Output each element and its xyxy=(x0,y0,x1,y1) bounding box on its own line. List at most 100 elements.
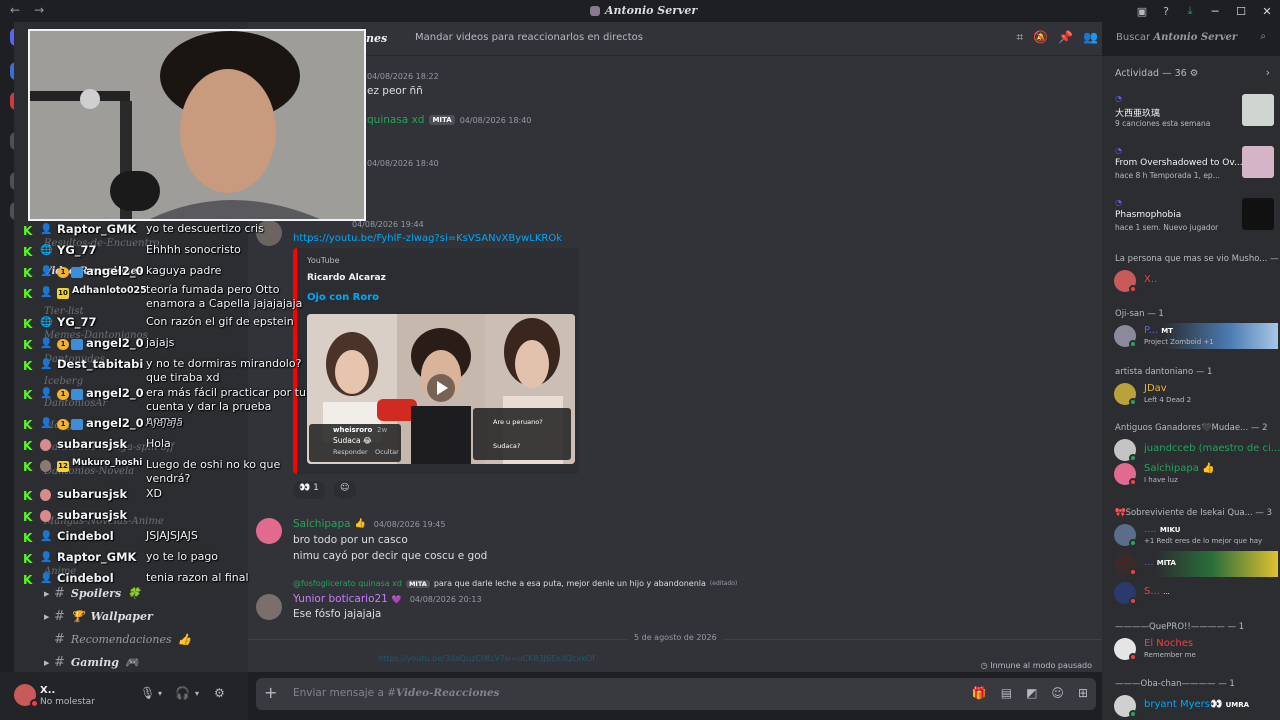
member-item[interactable]: S... ... xyxy=(1114,580,1278,606)
thumb-caption-user: wheisroro xyxy=(333,426,373,434)
channel-title: nes xyxy=(366,32,388,45)
channel-topic[interactable]: Mandar videos para reaccionarlos en dire… xyxy=(415,32,643,43)
member-name: .... xyxy=(1144,524,1157,535)
embed-provider: YouTube xyxy=(307,256,340,265)
overlay-chat-row: K 👤 1 angel2_0 jajajs xyxy=(20,336,302,357)
kick-logo-icon: K xyxy=(23,418,33,432)
close-button[interactable]: ✕ xyxy=(1254,5,1280,18)
member-item[interactable]: El Noches Remember me xyxy=(1114,636,1278,662)
activity-thumbnail xyxy=(1242,94,1274,126)
sub-badge: 1 xyxy=(57,267,69,278)
mute-bell-icon[interactable]: 🔕 xyxy=(1033,30,1048,45)
role-tag: MITA xyxy=(405,579,430,588)
channel-recomendaciones[interactable]: # Recomendaciones 👍 xyxy=(54,632,191,647)
member-name: Salchipapa 👍 xyxy=(1144,463,1215,474)
activity-card[interactable]: ◔ From Overshadowed to Ov... hace 8 h Te… xyxy=(1112,144,1276,184)
message-text: bro todo por un casco xyxy=(293,534,408,546)
member-item[interactable]: juandcceb (maestro de ci... xyxy=(1114,437,1280,463)
member-item[interactable]: JDav Left 4 Dead 2 xyxy=(1114,381,1278,407)
emoji-icon[interactable]: ☺ xyxy=(1051,686,1064,700)
overlay-message: yo te lo pago xyxy=(146,550,219,563)
overlay-chat-row: K 👤 1 angel2_0 Ajajaja xyxy=(20,416,302,437)
overlay-username: angel2_0 xyxy=(86,416,144,430)
user-icon: 👤 xyxy=(40,573,53,584)
search-input[interactable]: Buscar Antonio Server ⌕ xyxy=(1110,28,1272,48)
maximize-button[interactable]: ☐ xyxy=(1228,5,1254,18)
online-status-icon xyxy=(1129,340,1137,348)
composer-placeholder[interactable]: Enviar mensaje a #Video-Reacciones xyxy=(293,687,500,699)
globe-badge-icon: 🌐 xyxy=(40,317,53,328)
member-item[interactable]: .... MIKU +1 Redt eres de lo mejor que h… xyxy=(1114,522,1278,548)
overlay-chat-row: K 👤 Raptor_GMK yo te descuertizo cris xyxy=(20,222,302,243)
overlay-chat-row: K 👤 1 angel2_0 kaguya padre xyxy=(20,264,302,285)
username[interactable]: quinasa xd xyxy=(367,114,424,126)
activity-card[interactable]: ◔ 大西亜玖璃 9 canciones esta semana xyxy=(1112,92,1276,132)
timestamp: 04/08/2026 19:45 xyxy=(373,519,446,529)
username[interactable]: Yunior boticario21 xyxy=(293,593,388,605)
kick-logo-icon: K xyxy=(23,552,33,566)
overlay-chat-row: K 12 Mukuro_hoshi Luego de oshi no ko qu… xyxy=(20,458,302,488)
inbox-icon[interactable]: ▣ xyxy=(1130,5,1154,18)
member-item[interactable]: bryant Myers👀 UMRA xyxy=(1114,693,1278,719)
gif-icon[interactable]: ▤ xyxy=(1001,686,1012,700)
headphones-icon[interactable]: 🎧 xyxy=(175,686,190,700)
dnd-status-icon xyxy=(1129,568,1137,576)
faded-link[interactable]: https://youtu.be/3daQuzCHtcV?si=uCK83J6E… xyxy=(378,654,595,663)
member-name: X.. xyxy=(1144,274,1158,285)
settings-gear-icon[interactable]: ⚙ xyxy=(214,686,225,700)
members-icon[interactable]: 👥 xyxy=(1083,30,1098,45)
gear-icon[interactable]: ⚙ xyxy=(1190,68,1199,79)
threads-icon[interactable]: ⌗ xyxy=(1016,30,1023,45)
channel-header: nes Mandar videos para reaccionarlos en … xyxy=(248,22,1102,56)
member-item[interactable]: ... MITA xyxy=(1114,551,1278,577)
member-item[interactable]: X.. xyxy=(1114,268,1278,294)
chevron-right-icon[interactable]: › xyxy=(1266,66,1270,79)
pin-icon[interactable]: 📌 xyxy=(1058,30,1073,45)
clock-icon: ◷ xyxy=(980,661,988,670)
chevron-down-icon[interactable]: ▾ xyxy=(158,689,162,698)
video-thumbnail[interactable]: wheisroro 2w Sudaca 😂 Responder Ocultar … xyxy=(307,314,575,464)
message-text: ez peor ññ xyxy=(367,85,423,97)
kick-logo-icon: K xyxy=(23,489,33,503)
overlay-message: jajajs xyxy=(146,336,175,349)
member-item[interactable]: Salchipapa 👍 I have luz xyxy=(1114,461,1278,487)
help-icon[interactable]: ? xyxy=(1154,5,1178,18)
channel-gaming[interactable]: ▶ # Gaming 🎮 xyxy=(44,655,139,670)
channel-wallpaper[interactable]: ▶ # 🏆 Wallpaper xyxy=(44,609,153,624)
sticker-icon[interactable]: ◩ xyxy=(1026,686,1037,700)
member-section-title: artista dantoniano — 1 xyxy=(1115,367,1213,377)
kick-logo-icon: K xyxy=(23,359,33,373)
overlay-username: Raptor_GMK xyxy=(57,550,137,564)
member-activity: +1 Redt eres de lo mejor que hay xyxy=(1144,537,1263,545)
message-composer[interactable]: + Enviar mensaje a #Video-Reacciones 🎁 ▤… xyxy=(256,678,1096,710)
kick-logo-icon: K xyxy=(23,245,33,259)
back-arrow-icon[interactable]: ← xyxy=(10,3,34,17)
embed-author[interactable]: Ricardo Alcaraz xyxy=(307,273,386,283)
watch-icon: ◔ xyxy=(1115,146,1122,155)
gift-icon[interactable]: 🎁 xyxy=(972,686,987,700)
user-panel-name[interactable]: X.. xyxy=(40,685,55,696)
avatar[interactable] xyxy=(256,594,282,620)
hash-icon: # xyxy=(54,655,65,670)
activity-card[interactable]: ◔ Phasmophobia hace 1 sem. Nuevo jugador xyxy=(1112,196,1276,236)
add-reaction-icon[interactable]: ☺ xyxy=(334,481,356,499)
message-header: quinasa xd MITA 04/08/2026 18:40 xyxy=(367,114,531,126)
expand-icon: ▶ xyxy=(44,612,50,621)
minimize-button[interactable]: ─ xyxy=(1202,5,1228,18)
microphone-icon[interactable]: 🎙 xyxy=(140,686,155,700)
attach-plus-icon[interactable]: + xyxy=(264,685,280,701)
overlay-chat-row: K 👤 Cindebol tenia razon al final xyxy=(20,571,302,592)
thumb-caption-text: Sudaca 😂 xyxy=(333,436,372,445)
message-link[interactable]: https://youtu.be/FyhlF-zlwag?si=KsVSANvX… xyxy=(293,233,562,244)
forward-arrow-icon[interactable]: → xyxy=(34,3,58,17)
embed-title[interactable]: Ojo con Roro xyxy=(307,292,379,303)
chevron-down-icon[interactable]: ▾ xyxy=(195,689,199,698)
overlay-username: subarusjsk xyxy=(57,437,128,451)
apps-icon[interactable]: ⊞ xyxy=(1078,686,1088,700)
user-badge: 💜 xyxy=(391,594,402,604)
member-item[interactable]: P... MT Project Zomboid +1 xyxy=(1114,323,1278,349)
activity-card-sub: 9 canciones esta semana xyxy=(1115,119,1211,128)
reply-reference[interactable]: @fosfoglicerato quinasa xd MITA para que… xyxy=(293,579,737,588)
download-icon[interactable]: ⤓ xyxy=(1178,4,1202,18)
avatar xyxy=(40,460,51,472)
